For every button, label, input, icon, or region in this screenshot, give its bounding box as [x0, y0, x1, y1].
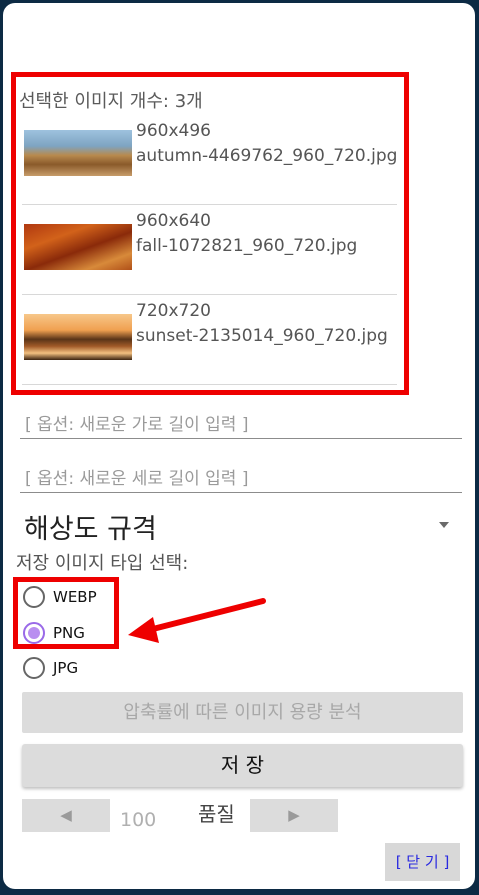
width-input-placeholder: [ 옵션: 새로운 가로 길이 입력 ] [25, 415, 249, 435]
radio-circle-icon [23, 622, 45, 644]
quality-decrease-button[interactable]: ◀ [22, 799, 110, 832]
width-input[interactable]: [ 옵션: 새로운 가로 길이 입력 ] [20, 404, 462, 439]
image-thumbnail [24, 224, 132, 270]
quality-increase-button[interactable]: ▶ [250, 799, 338, 832]
image-dimensions: 720x720 [136, 301, 211, 321]
image-dimensions: 960x496 [136, 121, 211, 141]
resolution-spinner-value: 해상도 규격 [24, 514, 157, 545]
image-list-item[interactable]: 720x720 sunset-2135014_960_720.jpg [22, 299, 397, 385]
image-filename: autumn-4469762_960_720.jpg [136, 146, 398, 166]
height-input-placeholder: [ 옵션: 새로운 세로 길이 입력 ] [25, 469, 249, 489]
quality-value: 100 [120, 809, 157, 831]
image-dimensions: 960x640 [136, 211, 211, 231]
divider [22, 384, 397, 385]
image-save-dialog: 선택한 이미지 개수: 3개 960x496 autumn-4469762_96… [3, 3, 475, 889]
quality-label: 품질 [198, 802, 235, 826]
height-input[interactable]: [ 옵션: 새로운 세로 길이 입력 ] [20, 458, 462, 493]
save-button[interactable]: 저 장 [22, 744, 463, 787]
image-info: 960x496 autumn-4469762_960_720.jpg [136, 119, 398, 169]
image-list-item[interactable]: 960x640 fall-1072821_960_720.jpg [22, 209, 397, 295]
radio-circle-icon [23, 657, 45, 679]
image-list-item[interactable]: 960x496 autumn-4469762_960_720.jpg [22, 119, 397, 205]
image-filename: sunset-2135014_960_720.jpg [136, 326, 388, 346]
analyze-size-button[interactable]: 압축률에 따른 이미지 용량 분석 [22, 692, 463, 733]
radio-label: WEBP [53, 588, 97, 606]
selected-image-count: 선택한 이미지 개수: 3개 [19, 91, 203, 112]
image-thumbnail [24, 314, 132, 360]
close-button[interactable]: [ 닫 기 ] [385, 843, 460, 881]
selected-images-panel: 선택한 이미지 개수: 3개 960x496 autumn-4469762_96… [11, 72, 409, 395]
image-thumbnail [24, 130, 132, 176]
divider [22, 204, 397, 205]
resolution-spinner[interactable]: 해상도 규격 [16, 503, 463, 549]
radio-label: JPG [53, 659, 79, 677]
save-type-label: 저장 이미지 타입 선택: [16, 553, 189, 574]
image-info: 960x640 fall-1072821_960_720.jpg [136, 209, 398, 259]
radio-label: PNG [53, 624, 85, 642]
image-filename: fall-1072821_960_720.jpg [136, 236, 358, 256]
radio-circle-icon [23, 586, 45, 608]
divider [22, 294, 397, 295]
annotation-arrow-icon [128, 598, 266, 643]
dropdown-arrow-icon [439, 522, 449, 528]
image-info: 720x720 sunset-2135014_960_720.jpg [136, 299, 398, 349]
